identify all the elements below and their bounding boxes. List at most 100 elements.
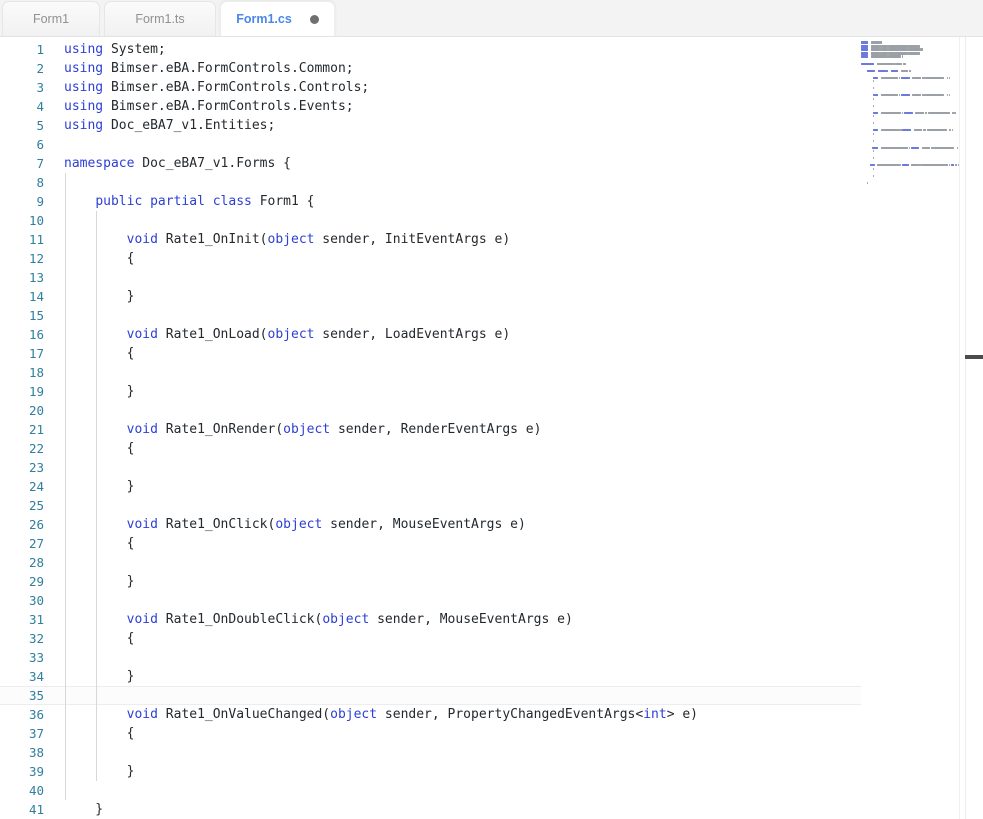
code-line-text[interactable]: { (44, 629, 134, 648)
line-number: 35 (0, 686, 44, 705)
code-line-text[interactable]: { (44, 344, 134, 363)
code-line[interactable]: 41 } (0, 800, 983, 819)
code-line[interactable]: 36 void Rate1_OnValueChanged(object send… (0, 705, 983, 724)
code-line[interactable]: 19 } (0, 382, 983, 401)
line-number: 16 (0, 325, 44, 344)
line-number: 3 (0, 78, 44, 97)
code-line[interactable]: 10 (0, 211, 983, 230)
code-line[interactable]: 33 (0, 648, 983, 667)
code-line[interactable]: 13 (0, 268, 983, 287)
code-line[interactable]: 23 (0, 458, 983, 477)
minimap-line (861, 181, 961, 185)
scrollbar-decoration-marker[interactable] (965, 355, 983, 359)
line-number: 26 (0, 515, 44, 534)
code-line[interactable]: 24 } (0, 477, 983, 496)
code-line[interactable]: 28 (0, 553, 983, 572)
vertical-scrollbar[interactable] (959, 37, 983, 819)
minimap[interactable] (861, 37, 961, 819)
code-line[interactable]: 16 void Rate1_OnLoad(object sender, Load… (0, 325, 983, 344)
code-line[interactable]: 25 (0, 496, 983, 515)
code-line[interactable]: 40 (0, 781, 983, 800)
code-line-text[interactable]: using Bimser.eBA.FormControls.Controls; (44, 78, 369, 97)
line-number: 37 (0, 724, 44, 743)
code-line-text[interactable]: void Rate1_OnLoad(object sender, LoadEve… (44, 325, 510, 344)
code-line-text[interactable]: } (44, 382, 134, 401)
code-line[interactable]: 18 (0, 363, 983, 382)
line-number: 28 (0, 553, 44, 572)
code-line-text[interactable]: using Bimser.eBA.FormControls.Events; (44, 97, 354, 116)
line-number: 29 (0, 572, 44, 591)
code-line-text[interactable]: void Rate1_OnInit(object sender, InitEve… (44, 230, 510, 249)
code-line[interactable]: 21 void Rate1_OnRender(object sender, Re… (0, 420, 983, 439)
line-number: 34 (0, 667, 44, 686)
code-line[interactable]: 31 void Rate1_OnDoubleClick(object sende… (0, 610, 983, 629)
code-line[interactable]: 34 } (0, 667, 983, 686)
tab-form1-cs[interactable]: Form1.cs (220, 1, 335, 36)
code-line-text[interactable]: using System; (44, 40, 166, 59)
line-number: 23 (0, 458, 44, 477)
code-line-text[interactable]: void Rate1_OnDoubleClick(object sender, … (44, 610, 573, 629)
line-number: 25 (0, 496, 44, 515)
code-line[interactable]: 22 { (0, 439, 983, 458)
code-line[interactable]: 11 void Rate1_OnInit(object sender, Init… (0, 230, 983, 249)
line-number: 20 (0, 401, 44, 420)
line-number: 14 (0, 287, 44, 306)
code-line[interactable]: 39 } (0, 762, 983, 781)
code-line[interactable]: 9 public partial class Form1 { (0, 192, 983, 211)
tab-form1-ts[interactable]: Form1.ts (104, 1, 216, 36)
code-line[interactable]: 35 (0, 686, 983, 705)
unsaved-changes-dot-icon[interactable] (310, 15, 319, 24)
code-line[interactable]: 29 } (0, 572, 983, 591)
code-line-text[interactable]: using Bimser.eBA.FormControls.Common; (44, 59, 354, 78)
code-content[interactable]: 1using System;2using Bimser.eBA.FormCont… (0, 37, 983, 819)
code-line-text[interactable]: } (44, 572, 134, 591)
line-number: 1 (0, 40, 44, 59)
code-line[interactable]: 7namespace Doc_eBA7_v1.Forms { (0, 154, 983, 173)
code-line[interactable]: 12 { (0, 249, 983, 268)
code-line[interactable]: 8 (0, 173, 983, 192)
code-line[interactable]: 4using Bimser.eBA.FormControls.Events; (0, 97, 983, 116)
code-line[interactable]: 14 } (0, 287, 983, 306)
code-line[interactable]: 37 { (0, 724, 983, 743)
code-editor[interactable]: 1using System;2using Bimser.eBA.FormCont… (0, 37, 983, 819)
code-line-text[interactable]: { (44, 439, 134, 458)
code-line[interactable]: 6 (0, 135, 983, 154)
line-number: 12 (0, 249, 44, 268)
code-line[interactable]: 5using Doc_eBA7_v1.Entities; (0, 116, 983, 135)
code-line[interactable]: 15 (0, 306, 983, 325)
line-number: 39 (0, 762, 44, 781)
tab-label: Form1 (33, 12, 69, 26)
code-line[interactable]: 3using Bimser.eBA.FormControls.Controls; (0, 78, 983, 97)
code-line[interactable]: 17 { (0, 344, 983, 363)
line-number: 27 (0, 534, 44, 553)
code-line[interactable]: 2using Bimser.eBA.FormControls.Common; (0, 59, 983, 78)
tab-form1[interactable]: Form1 (2, 1, 100, 36)
code-line[interactable]: 20 (0, 401, 983, 420)
code-line-text[interactable]: void Rate1_OnValueChanged(object sender,… (44, 705, 698, 724)
line-number: 6 (0, 135, 44, 154)
line-number: 38 (0, 743, 44, 762)
code-line-text[interactable]: { (44, 249, 134, 268)
code-line-text[interactable]: } (44, 287, 134, 306)
code-line[interactable]: 26 void Rate1_OnClick(object sender, Mou… (0, 515, 983, 534)
code-line-text[interactable]: void Rate1_OnClick(object sender, MouseE… (44, 515, 526, 534)
code-line-text[interactable]: } (44, 800, 103, 819)
code-line-text[interactable]: } (44, 667, 134, 686)
line-number: 41 (0, 800, 44, 819)
code-line[interactable]: 30 (0, 591, 983, 610)
code-line-text[interactable]: namespace Doc_eBA7_v1.Forms { (44, 154, 291, 173)
code-line-text[interactable]: using Doc_eBA7_v1.Entities; (44, 116, 275, 135)
line-number: 33 (0, 648, 44, 667)
code-line-text[interactable]: } (44, 477, 134, 496)
code-line-text[interactable]: public partial class Form1 { (44, 192, 315, 211)
code-line[interactable]: 1using System; (0, 40, 983, 59)
code-line[interactable]: 32 { (0, 629, 983, 648)
code-line-text[interactable]: void Rate1_OnRender(object sender, Rende… (44, 420, 541, 439)
line-number: 24 (0, 477, 44, 496)
code-line[interactable]: 38 (0, 743, 983, 762)
line-number: 4 (0, 97, 44, 116)
code-line-text[interactable]: { (44, 724, 134, 743)
code-line[interactable]: 27 { (0, 534, 983, 553)
code-line-text[interactable]: } (44, 762, 134, 781)
code-line-text[interactable]: { (44, 534, 134, 553)
